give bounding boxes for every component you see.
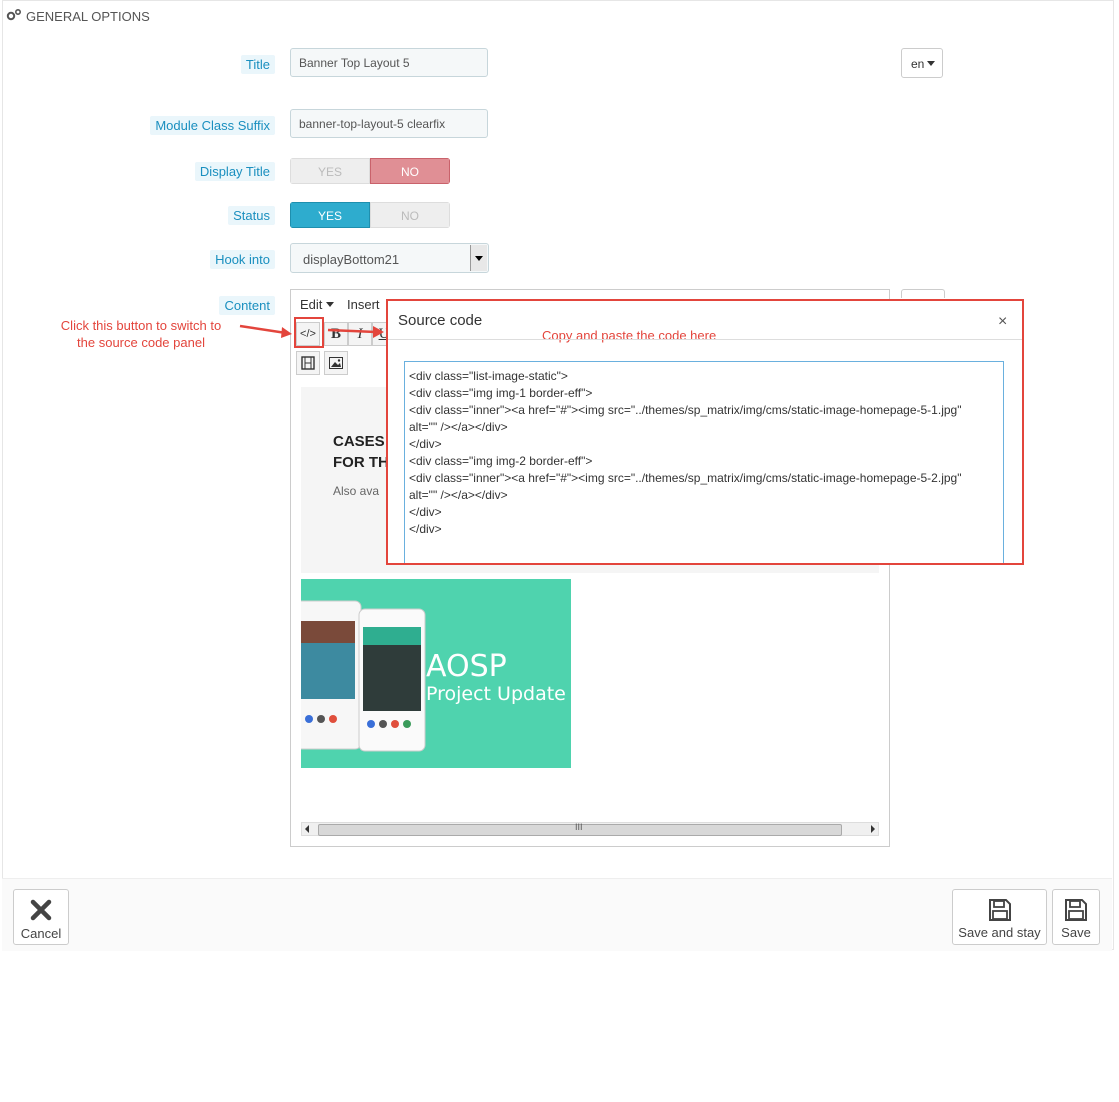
panel-heading-text: GENERAL OPTIONS xyxy=(26,9,150,24)
display-title-no[interactable]: NO xyxy=(370,158,450,184)
paste-hint-annotation: Copy and paste the code here xyxy=(542,328,717,343)
annotation-arrows xyxy=(239,324,384,338)
status-switch[interactable]: YES NO xyxy=(290,202,450,228)
image-button[interactable] xyxy=(324,351,348,375)
module-class-suffix-input[interactable]: banner-top-layout-5 clearfix xyxy=(290,109,488,138)
language-dropdown[interactable]: en xyxy=(901,48,943,78)
display-title-label: Display Title xyxy=(194,162,275,181)
caret-down-icon xyxy=(927,61,936,66)
hook-into-value: displayBottom21 xyxy=(303,252,400,267)
banner-subtitle: Project Update xyxy=(426,683,566,705)
caret-down-icon xyxy=(326,302,335,307)
scroll-grip: III xyxy=(575,822,583,832)
switch-hint-line2: the source code panel xyxy=(77,335,205,350)
hook-into-select[interactable]: displayBottom21 xyxy=(290,243,489,273)
preview-heading-line2: FOR TH xyxy=(333,454,389,471)
title-label: Title xyxy=(240,55,275,74)
select-arrow-icon[interactable] xyxy=(470,245,487,271)
source-code-dialog: Source code Copy and paste the code here… xyxy=(386,299,1024,565)
save-icon xyxy=(1065,899,1087,921)
dialog-divider xyxy=(388,339,1022,340)
save-label: Save xyxy=(1061,925,1091,940)
save-button[interactable]: Save xyxy=(1052,889,1100,945)
status-label: Status xyxy=(228,206,275,225)
switch-hint-line1: Click this button to switch to xyxy=(60,318,222,333)
scrollbar-thumb[interactable]: III xyxy=(318,822,842,836)
preview-subtext: Also ava xyxy=(333,484,380,498)
status-no[interactable]: NO xyxy=(370,202,450,228)
panel-footer xyxy=(2,878,1112,951)
menu-edit[interactable]: Edit xyxy=(300,297,335,312)
panel-heading: GENERAL OPTIONS xyxy=(6,8,150,25)
horizontal-scrollbar[interactable]: III xyxy=(301,822,879,836)
display-title-yes[interactable]: YES xyxy=(290,158,370,184)
menu-insert[interactable]: Insert xyxy=(347,297,380,312)
scroll-right-icon[interactable] xyxy=(871,825,875,833)
video-button[interactable] xyxy=(296,351,320,375)
status-yes[interactable]: YES xyxy=(290,202,370,228)
title-input[interactable]: Banner Top Layout 5 xyxy=(290,48,488,77)
image-icon xyxy=(329,357,343,369)
save-icon xyxy=(988,899,1011,921)
dialog-close-icon[interactable]: × xyxy=(998,313,1007,331)
phones-image xyxy=(301,600,426,752)
hook-into-label: Hook into xyxy=(210,250,275,269)
close-icon xyxy=(30,899,52,921)
cancel-button[interactable]: Cancel xyxy=(13,889,69,945)
content-lang-dropdown[interactable] xyxy=(901,289,945,298)
banner-title: AOSP xyxy=(426,649,507,684)
module-class-suffix-label: Module Class Suffix xyxy=(150,116,275,135)
content-label: Content xyxy=(219,296,275,315)
display-title-switch[interactable]: YES NO xyxy=(290,158,450,184)
film-icon xyxy=(301,356,315,370)
switch-hint-annotation: Click this button to switch to the sourc… xyxy=(30,317,252,351)
preview-heading-line1: CASES xyxy=(333,433,385,450)
save-and-stay-button[interactable]: Save and stay xyxy=(952,889,1047,945)
cancel-label: Cancel xyxy=(20,926,62,941)
dialog-title: Source code xyxy=(398,312,483,329)
cogs-icon xyxy=(6,8,22,25)
save-and-stay-label: Save and stay xyxy=(958,925,1041,940)
language-value: en xyxy=(911,57,925,71)
source-code-textarea[interactable]: <div class="list-image-static"> <div cla… xyxy=(404,361,1004,563)
scroll-left-icon[interactable] xyxy=(305,825,309,833)
preview-banner-2: AOSP Project Update xyxy=(301,579,571,768)
